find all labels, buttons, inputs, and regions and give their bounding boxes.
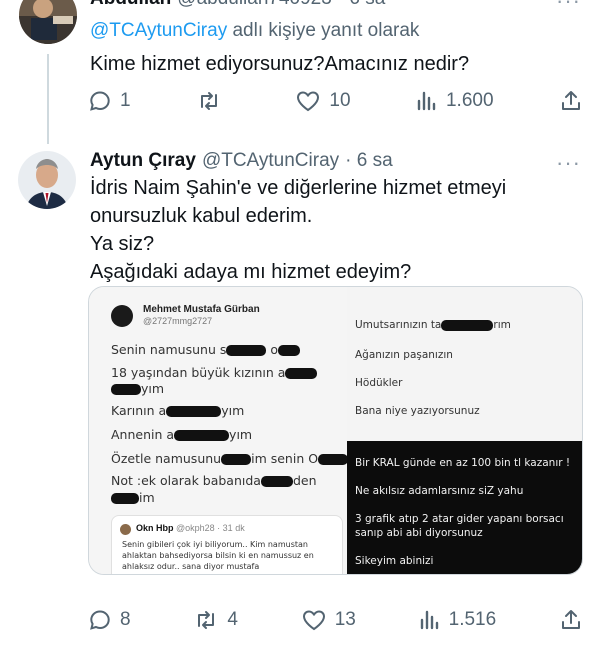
like-count: 13 bbox=[334, 609, 356, 630]
main-author-avatar[interactable] bbox=[18, 151, 76, 209]
retweet-icon bbox=[198, 611, 215, 629]
replying-to-line: @TCAytunCiray adlı kişiye yanıt olarak bbox=[90, 20, 419, 42]
like-button[interactable]: 13 bbox=[301, 608, 356, 632]
reply-count: 8 bbox=[120, 609, 131, 630]
media-text-line: sanıp abi abi diyorsunuz bbox=[355, 527, 483, 539]
retweet-button[interactable] bbox=[196, 89, 230, 113]
like-icon bbox=[302, 610, 325, 631]
media-text-line: Sikeyim abinizi bbox=[355, 555, 434, 567]
main-tweet-actions: 8 4 13 1.516 bbox=[88, 606, 583, 634]
main-tweet-line: Aşağıdaki adaya mı hizmet edeyim? bbox=[90, 261, 412, 283]
main-tweet-line: onursuzluk kabul ederim. bbox=[90, 205, 313, 227]
share-button[interactable] bbox=[559, 608, 583, 632]
like-button[interactable]: 10 bbox=[295, 89, 351, 113]
reply-tweet-actions: 1 10 1.600 bbox=[88, 87, 583, 115]
media-text-line: Karının a yım bbox=[111, 403, 245, 418]
media-right-screenshot: Umutsarınızın ta rım Ağanızın paşanızın H… bbox=[347, 287, 582, 574]
media-text-line: Ağanızın paşanızın bbox=[355, 349, 453, 361]
reply-author-name[interactable]: Abdullah bbox=[90, 0, 171, 10]
reply-author-avatar[interactable] bbox=[19, 0, 77, 44]
views-count: 1.516 bbox=[448, 609, 497, 630]
quoted-text-line: ahlaksız odur.. sana diyor mustafa bbox=[122, 562, 260, 571]
main-author-handle[interactable]: @TCAytunCiray bbox=[202, 150, 339, 172]
views-icon bbox=[420, 610, 438, 630]
media-text-line: Bana niye yazıyorsunuz bbox=[355, 405, 480, 417]
retweet-button[interactable]: 4 bbox=[193, 608, 238, 632]
retweet-icon bbox=[201, 92, 217, 110]
reply-author-handle[interactable]: @abdullah740923 bbox=[177, 0, 332, 10]
quoted-avatar bbox=[120, 524, 131, 535]
views-button[interactable]: 1.600 bbox=[416, 89, 494, 113]
main-author-name[interactable]: Aytun Çıray bbox=[90, 150, 196, 172]
thread-connector-line bbox=[47, 54, 49, 144]
like-count: 10 bbox=[329, 90, 351, 111]
more-icon[interactable]: ··· bbox=[556, 152, 581, 174]
quoted-text-line: Senin gibileri çok iyi biliyorum.. Kim n… bbox=[122, 540, 308, 549]
share-icon bbox=[561, 610, 580, 629]
main-tweet-header: Aytun Çıray @TCAytunCiray · 6 sa bbox=[90, 150, 393, 172]
media-text-line: Ne akılsız adamlarsınız siZ yahu bbox=[355, 485, 524, 497]
media-text-line: Hödükler bbox=[355, 377, 403, 389]
media-left-screenshot: Mehmet Mustafa Gürban @2727mmg2727 Senin… bbox=[89, 287, 349, 574]
media-text-line: Not :ek olarak babanıda den bbox=[111, 473, 317, 488]
media-text-line: Annenin a yım bbox=[111, 427, 253, 442]
media-avatar bbox=[111, 305, 133, 327]
main-tweet-text: İdris Naim Şahin'e ve diğerlerine hizmet… bbox=[90, 174, 506, 286]
retweet-count: 4 bbox=[227, 609, 238, 630]
main-tweet-line: İdris Naim Şahin'e ve diğerlerine hizmet… bbox=[90, 177, 507, 199]
main-tweet-time[interactable]: · 6 sa bbox=[345, 150, 393, 172]
quoted-text-line: ahlaktan bahsediyorsa bilsin ki en namus… bbox=[122, 551, 314, 560]
reply-button[interactable]: 8 bbox=[88, 608, 131, 632]
tweet-media-image[interactable]: Mehmet Mustafa Gürban @2727mmg2727 Senin… bbox=[88, 286, 583, 575]
media-dark-panel: Bir KRAL günde en az 100 bin tl kazanır … bbox=[347, 441, 582, 574]
views-icon bbox=[417, 91, 436, 111]
reply-tweet-header: Abdullah @abdullah740923 · 6 sa bbox=[90, 0, 385, 10]
media-author-name: Mehmet Mustafa Gürban bbox=[143, 304, 260, 315]
share-icon bbox=[561, 91, 580, 110]
reply-tweet-time[interactable]: · 6 sa bbox=[338, 0, 386, 10]
replying-to-mention[interactable]: @TCAytunCiray bbox=[90, 20, 227, 41]
media-quoted-tweet: Okn Hbp @okph28 · 31 dk Senin gibileri ç… bbox=[111, 515, 343, 574]
media-text-line: Özetle namusunu im senin O bbox=[111, 451, 349, 466]
media-text-line: 18 yaşından büyük kızının a bbox=[111, 365, 318, 380]
reply-button[interactable]: 1 bbox=[88, 89, 131, 113]
reply-icon bbox=[90, 610, 110, 630]
share-button[interactable] bbox=[559, 89, 583, 113]
media-text-line: Senin namusunu s o bbox=[111, 342, 300, 357]
reply-icon bbox=[90, 91, 110, 111]
reply-count: 1 bbox=[120, 90, 131, 111]
media-author-handle: @2727mmg2727 bbox=[143, 316, 213, 326]
main-tweet-line: Ya siz? bbox=[90, 233, 155, 255]
media-text-line: Bir KRAL günde en az 100 bin tl kazanır … bbox=[355, 457, 571, 469]
replying-to-suffix: adlı kişiye yanıt olarak bbox=[227, 20, 420, 41]
views-button[interactable]: 1.516 bbox=[419, 608, 497, 632]
media-text-line: yım bbox=[111, 381, 164, 396]
reply-tweet-text: Kime hizmet ediyorsunuz?Amacınız nedir? bbox=[90, 53, 470, 75]
quoted-header: Okn Hbp @okph28 · 31 dk bbox=[136, 523, 245, 533]
like-icon bbox=[297, 91, 320, 112]
media-text-line: Umutsarınızın ta rım bbox=[355, 319, 511, 331]
views-count: 1.600 bbox=[445, 90, 494, 111]
media-text-line: im bbox=[111, 490, 155, 505]
more-icon[interactable]: ··· bbox=[556, 0, 581, 12]
media-text-line: 3 grafik atıp 2 atar gider yapanı borsac… bbox=[355, 513, 564, 525]
